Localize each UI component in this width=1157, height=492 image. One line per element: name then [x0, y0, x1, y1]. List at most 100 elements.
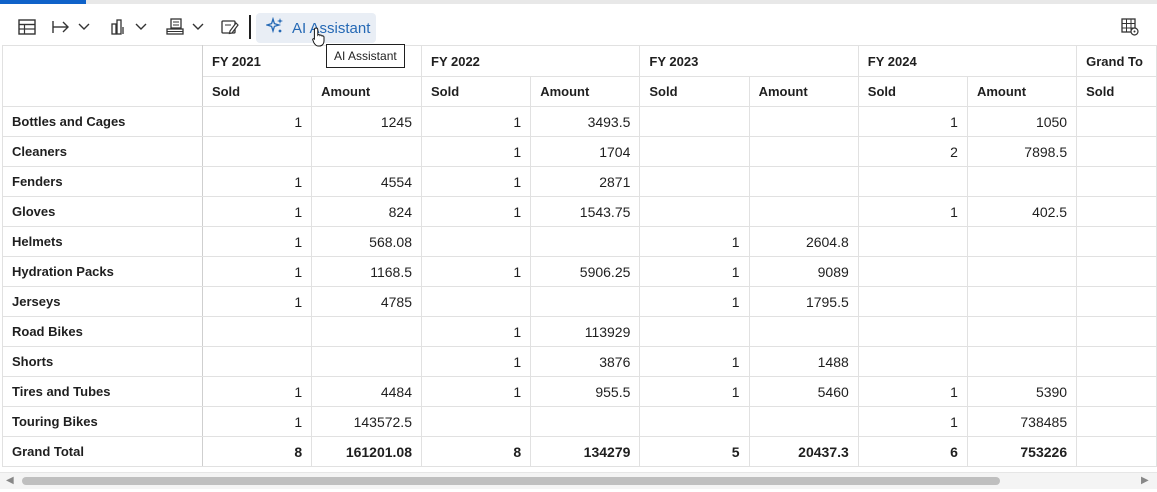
value-cell[interactable]: [1076, 346, 1157, 377]
value-cell[interactable]: [530, 406, 641, 437]
value-cell[interactable]: [1076, 196, 1157, 227]
value-cell[interactable]: 1: [639, 376, 750, 407]
value-cell[interactable]: 824: [311, 196, 422, 227]
value-cell[interactable]: 5906.25: [530, 256, 641, 287]
value-cell[interactable]: 5: [639, 436, 750, 467]
value-cell[interactable]: 1: [639, 226, 750, 257]
value-cell[interactable]: [1076, 436, 1157, 467]
value-cell[interactable]: [639, 316, 750, 347]
measure-header-sold[interactable]: Sold: [639, 76, 750, 107]
value-cell[interactable]: 5390: [966, 376, 1078, 407]
value-cell[interactable]: 1: [201, 256, 313, 287]
row-header[interactable]: Fenders: [2, 166, 203, 197]
value-cell[interactable]: 1: [857, 196, 968, 227]
value-cell[interactable]: [420, 406, 532, 437]
value-cell[interactable]: 4785: [311, 286, 422, 317]
value-cell[interactable]: [1076, 286, 1157, 317]
value-cell[interactable]: [748, 196, 859, 227]
value-cell[interactable]: 1: [639, 256, 750, 287]
value-cell[interactable]: [530, 286, 641, 317]
value-cell[interactable]: 1704: [530, 136, 641, 167]
value-cell[interactable]: 2604.8: [748, 226, 859, 257]
value-cell[interactable]: 6: [857, 436, 968, 467]
value-cell[interactable]: 113929: [530, 316, 641, 347]
measure-header-amount[interactable]: Amount: [748, 76, 859, 107]
value-cell[interactable]: [1076, 376, 1157, 407]
column-header-fy-2023[interactable]: FY 2023: [639, 45, 859, 77]
measure-header-sold[interactable]: Sold: [857, 76, 968, 107]
value-cell[interactable]: [1076, 316, 1157, 347]
value-cell[interactable]: 1: [857, 106, 968, 137]
value-cell[interactable]: [857, 316, 968, 347]
value-cell[interactable]: 753226: [966, 436, 1078, 467]
row-header[interactable]: Grand Total: [2, 436, 203, 467]
value-cell[interactable]: 1: [201, 286, 313, 317]
value-cell[interactable]: [639, 106, 750, 137]
row-header[interactable]: Gloves: [2, 196, 203, 227]
grid-view-icon[interactable]: [16, 15, 38, 39]
value-cell[interactable]: 3876: [530, 346, 641, 377]
value-cell[interactable]: 161201.08: [311, 436, 422, 467]
value-cell[interactable]: 1: [201, 106, 313, 137]
value-cell[interactable]: [748, 106, 859, 137]
value-cell[interactable]: [966, 316, 1078, 347]
value-cell[interactable]: [748, 166, 859, 197]
value-cell[interactable]: [857, 226, 968, 257]
value-cell[interactable]: 1: [420, 196, 532, 227]
value-cell[interactable]: 1: [420, 136, 532, 167]
value-cell[interactable]: [420, 286, 532, 317]
value-cell[interactable]: [311, 316, 422, 347]
value-cell[interactable]: 3493.5: [530, 106, 641, 137]
value-cell[interactable]: 1: [420, 376, 532, 407]
value-cell[interactable]: 1543.75: [530, 196, 641, 227]
value-cell[interactable]: 1: [639, 346, 750, 377]
value-cell[interactable]: 1: [201, 406, 313, 437]
measure-header-amount[interactable]: Amount: [530, 76, 641, 107]
chart-icon[interactable]: [108, 15, 128, 39]
value-cell[interactable]: [639, 166, 750, 197]
value-cell[interactable]: 1: [420, 316, 532, 347]
value-cell[interactable]: 1: [857, 376, 968, 407]
value-cell[interactable]: [748, 406, 859, 437]
value-cell[interactable]: 2871: [530, 166, 641, 197]
scrollbar-thumb[interactable]: [22, 477, 1000, 485]
value-cell[interactable]: 1: [201, 166, 313, 197]
row-header[interactable]: Shorts: [2, 346, 203, 377]
chevron-down-icon[interactable]: [133, 15, 149, 39]
value-cell[interactable]: 1050: [966, 106, 1078, 137]
value-cell[interactable]: 568.08: [311, 226, 422, 257]
value-cell[interactable]: [639, 196, 750, 227]
value-cell[interactable]: [201, 346, 313, 377]
value-cell[interactable]: [966, 166, 1078, 197]
row-header[interactable]: Touring Bikes: [2, 406, 203, 437]
value-cell[interactable]: [1076, 256, 1157, 287]
value-cell[interactable]: 738485: [966, 406, 1078, 437]
row-header[interactable]: Road Bikes: [2, 316, 203, 347]
value-cell[interactable]: 1: [857, 406, 968, 437]
value-cell[interactable]: 1: [201, 376, 313, 407]
row-header[interactable]: Helmets: [2, 226, 203, 257]
value-cell[interactable]: [1076, 406, 1157, 437]
value-cell[interactable]: 4484: [311, 376, 422, 407]
value-cell[interactable]: [1076, 226, 1157, 257]
measure-header-amount[interactable]: Amount: [966, 76, 1078, 107]
value-cell[interactable]: [857, 346, 968, 377]
measure-header-sold[interactable]: Sold: [201, 76, 313, 107]
value-cell[interactable]: 143572.5: [311, 406, 422, 437]
measure-header-sold[interactable]: Sold: [1076, 76, 1157, 107]
value-cell[interactable]: [201, 316, 313, 347]
chevron-down-icon[interactable]: [76, 15, 92, 39]
value-cell[interactable]: [1076, 166, 1157, 197]
scroll-left-icon[interactable]: ◀: [6, 475, 14, 486]
value-cell[interactable]: [311, 136, 422, 167]
value-cell[interactable]: 402.5: [966, 196, 1078, 227]
value-cell[interactable]: [639, 136, 750, 167]
measure-header-sold[interactable]: Sold: [420, 76, 532, 107]
value-cell[interactable]: 1: [420, 346, 532, 377]
value-cell[interactable]: 7898.5: [966, 136, 1078, 167]
value-cell[interactable]: [966, 346, 1078, 377]
value-cell[interactable]: [857, 286, 968, 317]
value-cell[interactable]: [748, 136, 859, 167]
row-header[interactable]: Hydration Packs: [2, 256, 203, 287]
value-cell[interactable]: [748, 316, 859, 347]
